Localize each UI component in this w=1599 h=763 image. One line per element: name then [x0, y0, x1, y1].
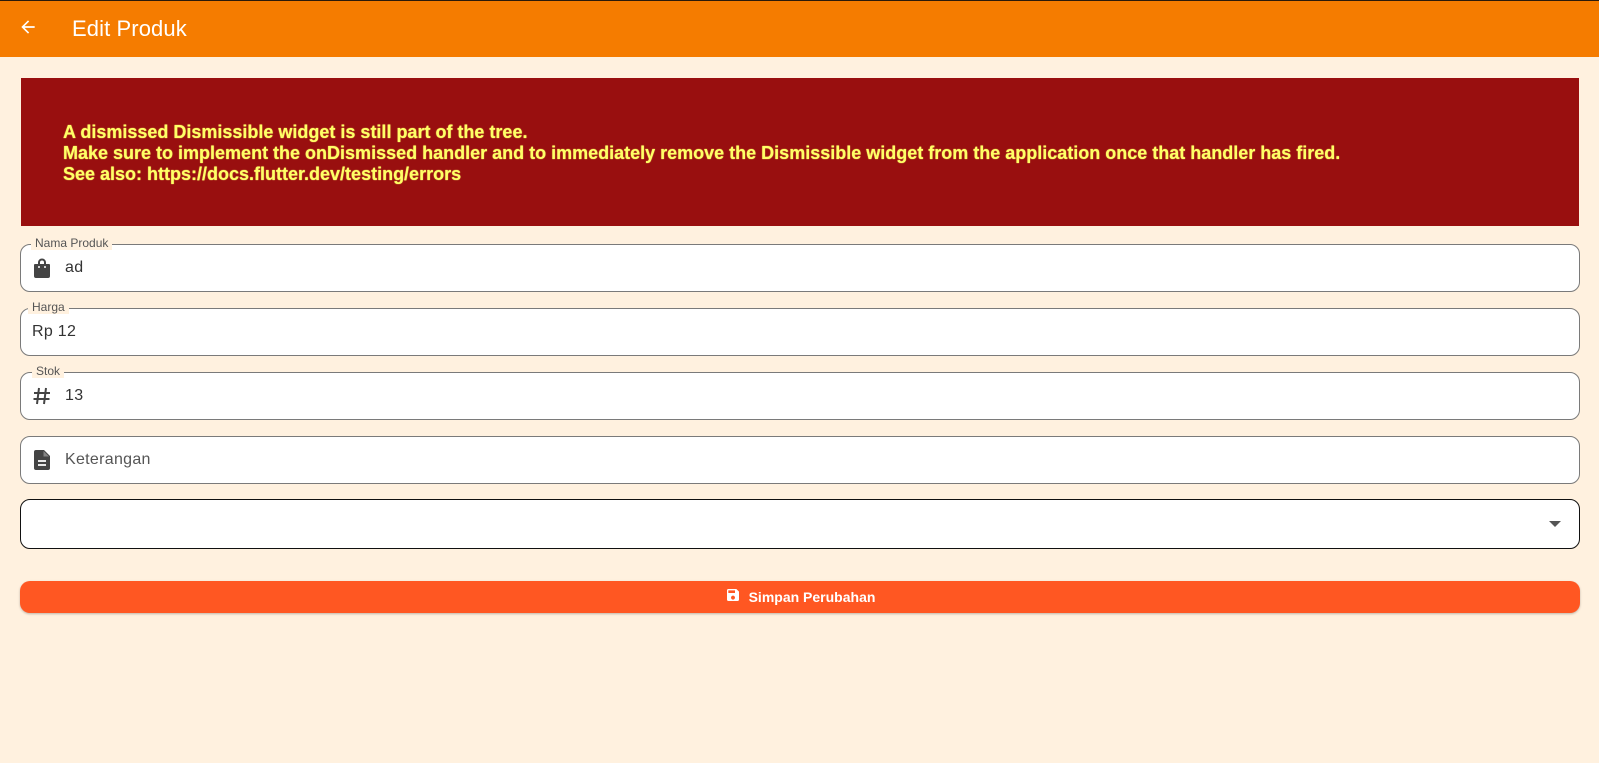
nama-produk-label: Nama Produk — [31, 236, 113, 250]
harga-label: Harga — [28, 300, 69, 314]
nama-produk-value: ad — [65, 259, 84, 276]
description-icon — [31, 449, 53, 471]
error-line-2: Make sure to implement the onDismissed h… — [63, 143, 1341, 163]
simpan-perubahan-button[interactable]: Simpan Perubahan — [20, 581, 1580, 613]
kategori-dropdown[interactable] — [20, 499, 1580, 549]
error-line-1: A dismissed Dismissible widget is still … — [63, 122, 528, 142]
stok-value: 13 — [65, 387, 84, 404]
error-message-box: A dismissed Dismissible widget is still … — [21, 78, 1579, 226]
nama-produk-field[interactable]: Nama Produk ad — [20, 236, 1580, 292]
stok-label: Stok — [32, 364, 65, 378]
save-icon — [725, 587, 741, 608]
back-button[interactable] — [0, 1, 56, 57]
arrow-back-icon — [18, 17, 38, 42]
error-line-3: See also: https://docs.flutter.dev/testi… — [63, 164, 462, 184]
keterangan-placeholder: Keterangan — [65, 451, 151, 468]
save-button-label: Simpan Perubahan — [748, 589, 876, 605]
harga-value: Rp 12 — [32, 323, 77, 340]
app-bar: Edit Produk — [0, 0, 1599, 57]
dropdown-arrow-icon — [1549, 521, 1561, 527]
shopping-bag-icon — [31, 257, 53, 279]
stok-field[interactable]: Stok 13 — [20, 364, 1580, 420]
hash-icon — [31, 385, 53, 407]
page-title: Edit Produk — [72, 16, 187, 41]
keterangan-field[interactable]: Keterangan — [20, 436, 1580, 484]
harga-field[interactable]: Harga Rp 12 — [20, 300, 1580, 356]
